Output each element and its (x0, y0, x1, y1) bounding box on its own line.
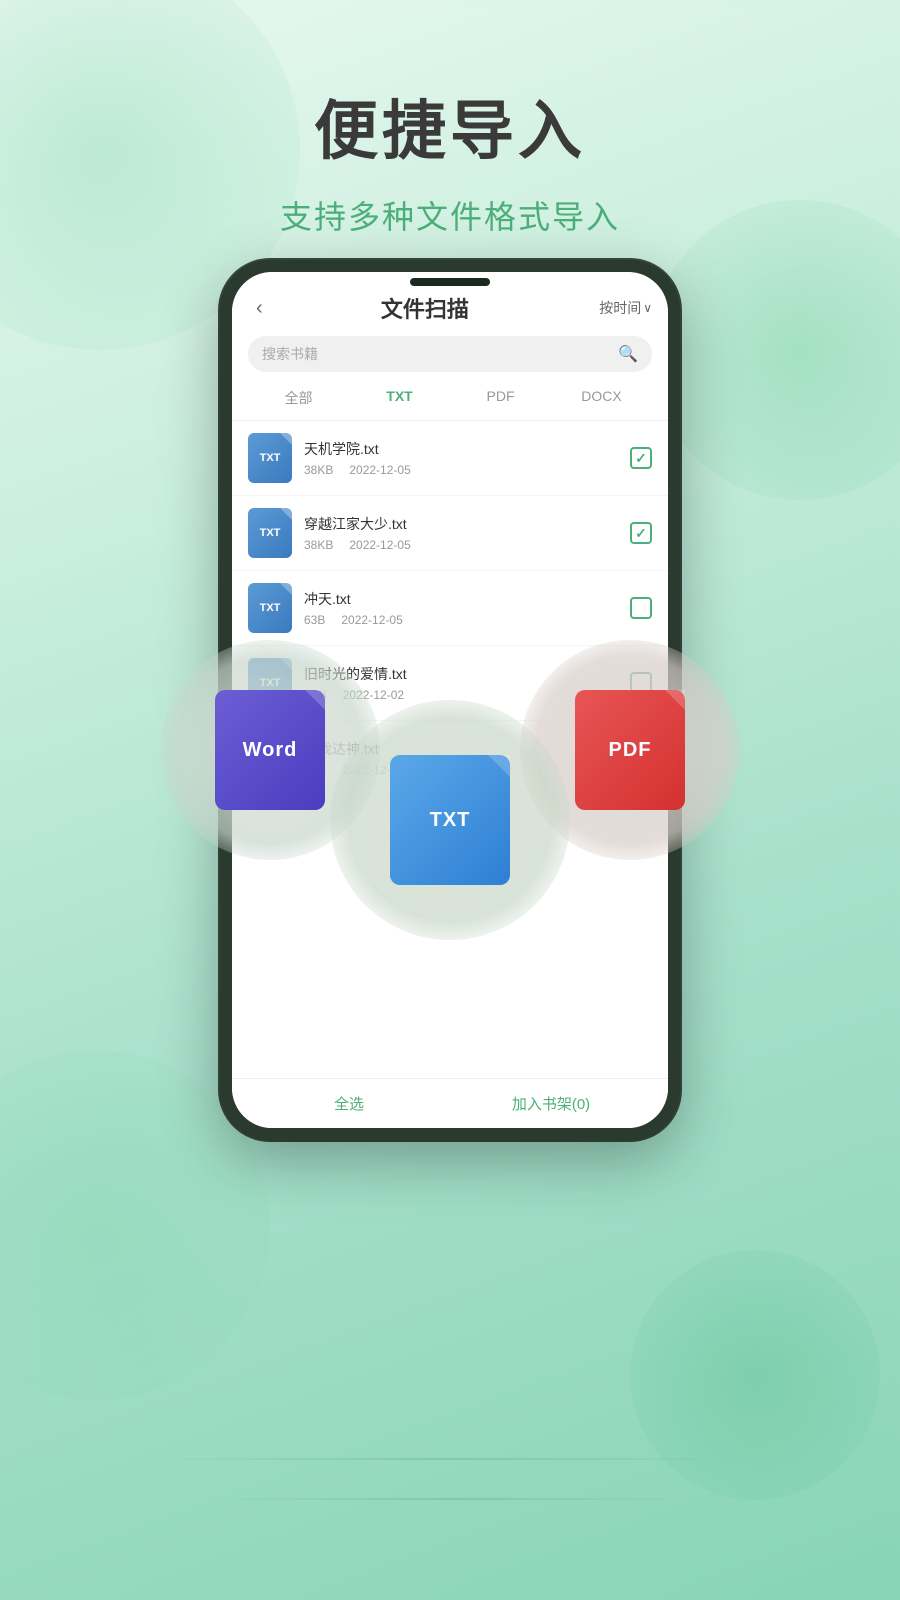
file-checkbox[interactable] (630, 447, 652, 469)
word-label: Word (243, 739, 298, 762)
file-type-icon: TXT (248, 433, 292, 483)
bg-decoration-4 (630, 1250, 880, 1500)
tab-docx[interactable]: DOCX (551, 384, 652, 412)
sort-label: 按时间 (599, 298, 641, 318)
bg-decoration-2 (650, 200, 900, 500)
sort-arrow-icon: ∨ (643, 301, 652, 315)
file-date: 2022-12-05 (349, 463, 410, 477)
main-title: 便捷导入 (0, 80, 900, 172)
tab-txt[interactable]: TXT (349, 384, 450, 412)
bottom-decoration-line-2 (200, 1498, 700, 1500)
search-placeholder: 搜索书籍 (262, 344, 618, 364)
file-type-icon: TXT (248, 583, 292, 633)
txt-document-icon: TXT (390, 755, 510, 885)
file-meta: 38KB 2022-12-05 (304, 463, 630, 477)
filter-tabs: 全部 TXT PDF DOCX (232, 384, 668, 421)
file-meta: 38KB 2022-12-05 (304, 538, 630, 552)
file-type-icon: TXT (248, 508, 292, 558)
bottom-decoration-line-1 (150, 1458, 750, 1460)
add-to-shelf-button[interactable]: 加入书架(0) (450, 1093, 652, 1114)
file-size: 38KB (304, 538, 333, 552)
app-title: 文件扫描 (271, 292, 580, 324)
search-icon[interactable]: 🔍 (618, 344, 638, 364)
file-info: 冲天.txt 63B 2022-12-05 (304, 589, 630, 627)
file-size: 38KB (304, 463, 333, 477)
file-item[interactable]: TXT 天机学院.txt 38KB 2022-12-05 (232, 421, 668, 496)
file-date: 2022-12-05 (349, 538, 410, 552)
file-size: 63B (304, 613, 325, 627)
file-checkbox[interactable] (630, 522, 652, 544)
file-checkbox[interactable] (630, 597, 652, 619)
file-meta: 63B 2022-12-05 (304, 613, 630, 627)
file-name: 穿越江家大少.txt (304, 514, 630, 534)
phone-notch (410, 278, 490, 286)
file-name: 天机学院.txt (304, 439, 630, 459)
header-area: 便捷导入 支持多种文件格式导入 (0, 0, 900, 238)
select-all-button[interactable]: 全选 (248, 1093, 450, 1114)
sort-button[interactable]: 按时间 ∨ (599, 298, 652, 318)
file-info: 穿越江家大少.txt 38KB 2022-12-05 (304, 514, 630, 552)
phone-mockup: ‹ 文件扫描 按时间 ∨ 搜索书籍 🔍 全部 TXT PDF (220, 260, 680, 1140)
txt-label: TXT (430, 809, 471, 832)
file-item[interactable]: TXT 冲天.txt 63B 2022-12-05 (232, 571, 668, 646)
back-button[interactable]: ‹ (248, 293, 271, 324)
search-bar[interactable]: 搜索书籍 🔍 (248, 336, 652, 372)
tab-pdf[interactable]: PDF (450, 384, 551, 412)
sub-title: 支持多种文件格式导入 (0, 192, 900, 238)
pdf-label: PDF (609, 739, 652, 762)
file-name: 冲天.txt (304, 589, 630, 609)
txt-format-circle: TXT (330, 700, 570, 940)
file-date: 2022-12-05 (341, 613, 402, 627)
app-bottom-bar: 全选 加入书架(0) (232, 1078, 668, 1128)
word-document-icon: Word (215, 690, 325, 810)
tab-all[interactable]: 全部 (248, 384, 349, 412)
file-info: 天机学院.txt 38KB 2022-12-05 (304, 439, 630, 477)
pdf-document-icon: PDF (575, 690, 685, 810)
file-item[interactable]: TXT 穿越江家大少.txt 38KB 2022-12-05 (232, 496, 668, 571)
